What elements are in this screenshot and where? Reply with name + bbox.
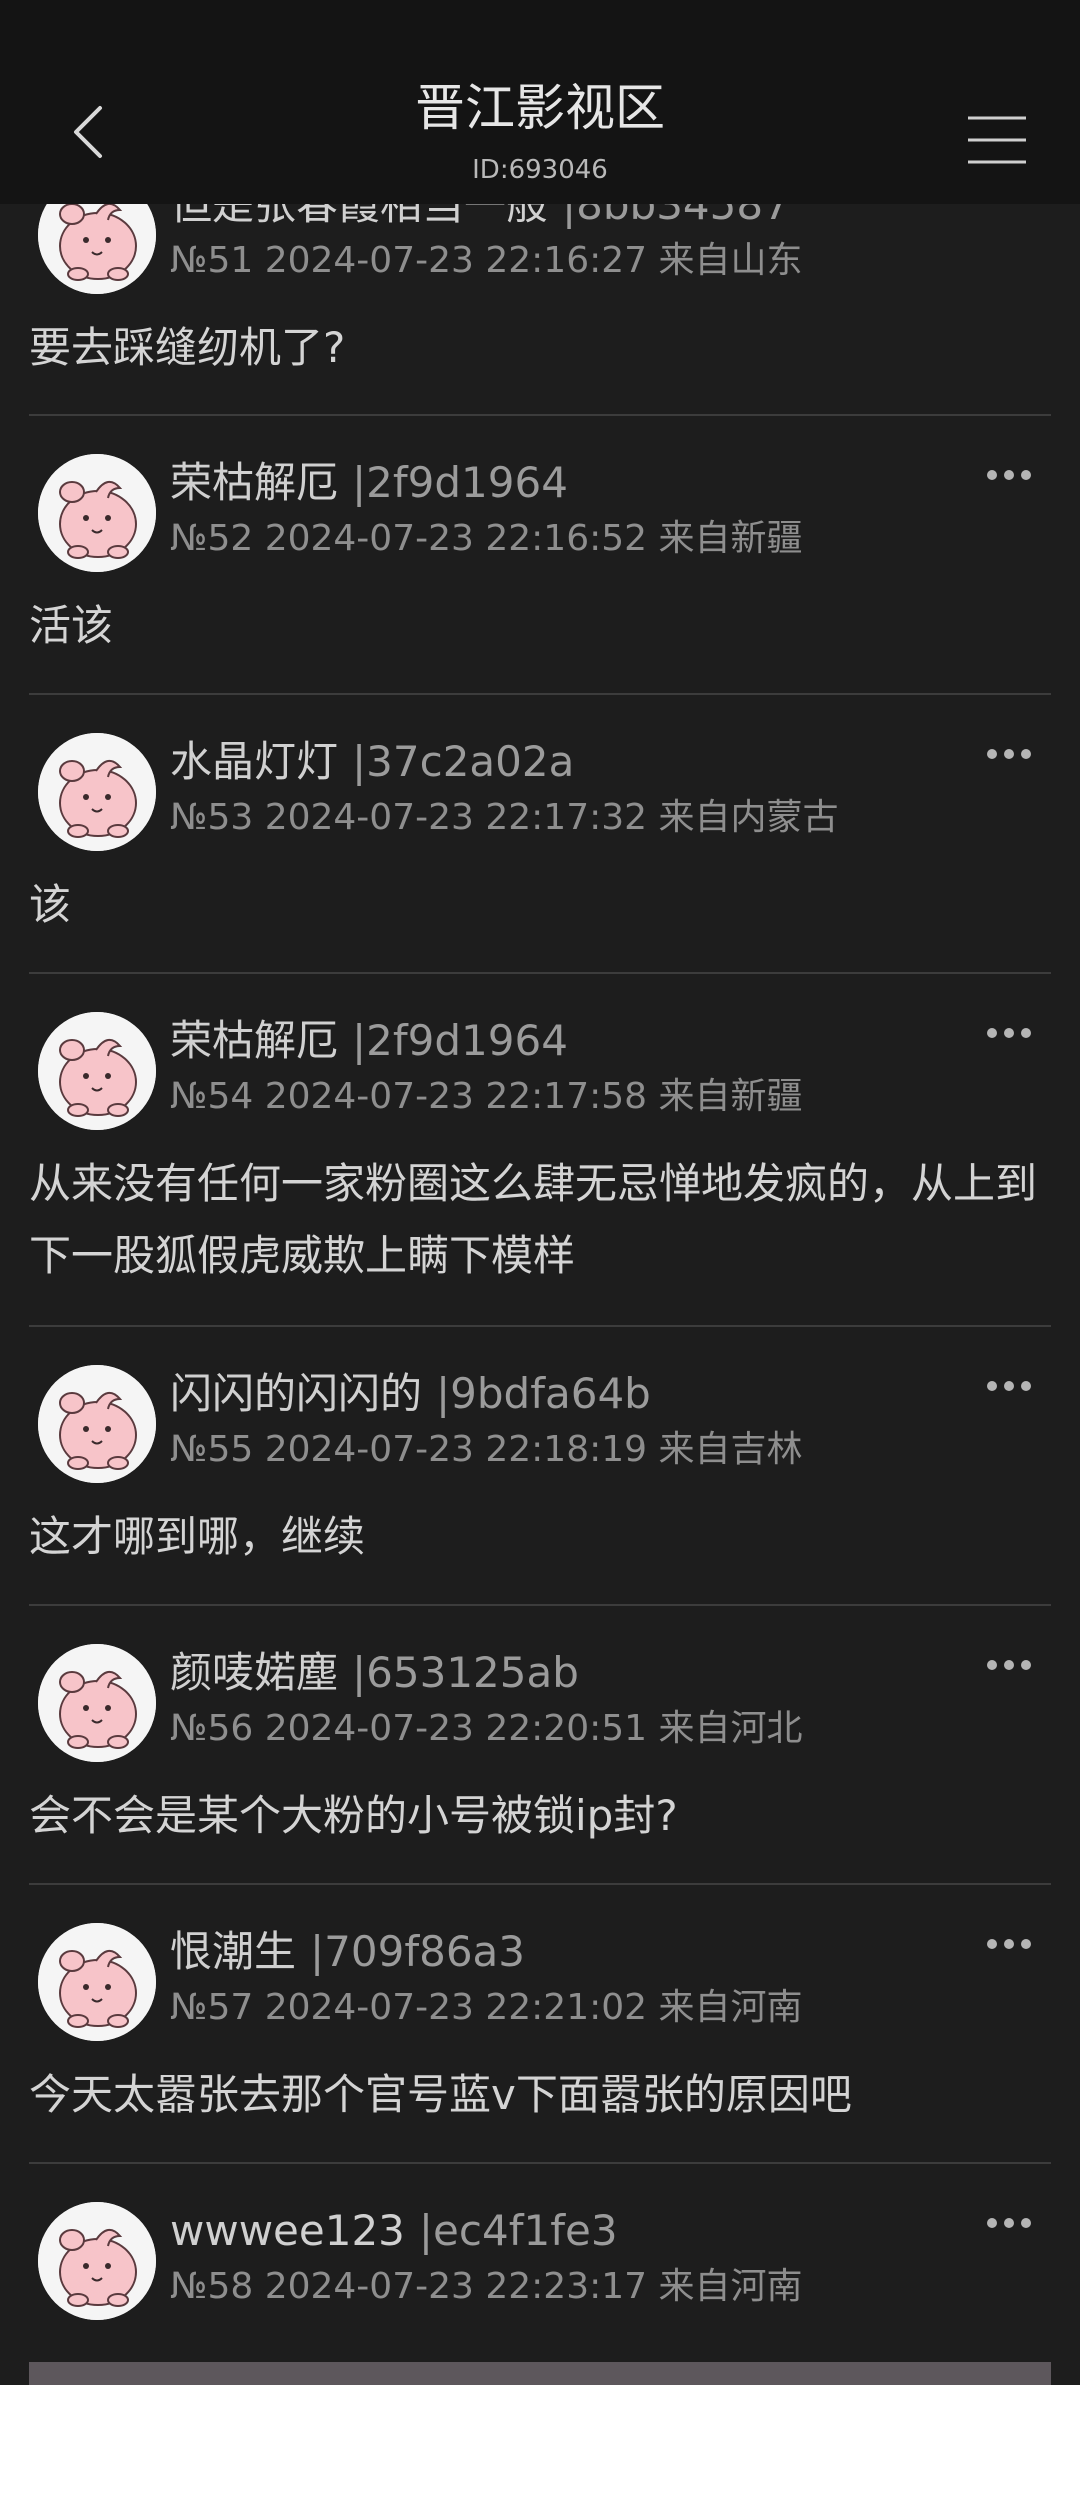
post-meta: №58 2024-07-23 22:23:17 来自河南 xyxy=(170,2266,803,2307)
post-meta: №55 2024-07-23 22:18:19 来自吉林 xyxy=(170,1429,803,1470)
page-title: 晋江影视区 xyxy=(415,79,665,137)
more-options-icon[interactable] xyxy=(984,1929,1034,1959)
post-divider xyxy=(29,972,1051,974)
post-meta: №53 2024-07-23 22:17:32 来自内蒙古 xyxy=(170,797,839,838)
post-content: 会不会是某个大粉的小号被锁ip封? xyxy=(29,1791,678,1840)
user-avatar[interactable] xyxy=(38,1012,156,1130)
post-user-id: |653125ab xyxy=(352,1648,579,1697)
menu-icon[interactable] xyxy=(962,110,1032,170)
user-avatar[interactable] xyxy=(38,2202,156,2320)
post-content: 今天太嚣张去那个官号蓝v下面嚣张的原因吧 xyxy=(29,2070,852,2119)
post-divider xyxy=(29,2162,1051,2164)
post-user-id: |2f9d1964 xyxy=(352,458,568,507)
post-divider xyxy=(29,1325,1051,1327)
post-content: 从来没有任何一家粉圈这么肆无忌惮地发疯的，从上到下一股狐假虎威欺上瞒下模样 xyxy=(29,1159,1038,1280)
post-content: 活该 xyxy=(29,601,114,650)
thread-screen: 但是张春霞相当一般 |8bb34587 №51 2024-07-23 22:16:… xyxy=(0,0,1080,2385)
post-user-id: |ec4f1fe3 xyxy=(418,2206,618,2255)
post-content: 该 xyxy=(29,880,72,929)
post-user-id: |9bdfa64b xyxy=(436,1369,651,1418)
user-avatar[interactable] xyxy=(38,1365,156,1483)
post-divider xyxy=(29,1883,1051,1885)
post-username[interactable]: 荣枯解厄 xyxy=(170,1016,338,1065)
post-meta: №52 2024-07-23 22:16:52 来自新疆 xyxy=(170,518,803,559)
post-username[interactable]: 水晶灯灯 xyxy=(170,737,338,786)
more-options-icon[interactable] xyxy=(984,1018,1034,1048)
post-username[interactable]: wwwee123 xyxy=(170,2206,405,2255)
post-username[interactable]: 闪闪的闪闪的 xyxy=(170,1369,422,1418)
user-avatar[interactable] xyxy=(38,454,156,572)
more-options-icon[interactable] xyxy=(984,739,1034,769)
more-options-icon[interactable] xyxy=(984,1371,1034,1401)
top-bar: 晋江影视区 ID:693046 xyxy=(0,0,1080,204)
post-username[interactable]: 荣枯解厄 xyxy=(170,458,338,507)
post-content: 要去踩缝纫机了? xyxy=(29,323,346,372)
post-divider xyxy=(29,1604,1051,1606)
post-user-id: |37c2a02a xyxy=(352,737,575,786)
user-avatar[interactable] xyxy=(38,733,156,851)
post-meta: №54 2024-07-23 22:17:58 来自新疆 xyxy=(170,1076,803,1117)
post-username[interactable]: 颜唛婼塵 xyxy=(170,1648,338,1697)
post-meta: №56 2024-07-23 22:20:51 来自河北 xyxy=(170,1708,803,1749)
post-user-id: |2f9d1964 xyxy=(352,1016,568,1065)
post-meta: №57 2024-07-23 22:21:02 来自河南 xyxy=(170,1987,803,2028)
post-divider xyxy=(29,414,1051,416)
post-user-id: |709f86a3 xyxy=(310,1927,526,1976)
user-avatar[interactable] xyxy=(38,1923,156,2041)
post-username[interactable]: 恨潮生 xyxy=(170,1927,296,1976)
more-options-icon[interactable] xyxy=(984,2208,1034,2238)
more-options-icon[interactable] xyxy=(984,1650,1034,1680)
user-avatar[interactable] xyxy=(38,1644,156,1762)
post-meta: №51 2024-07-23 22:16:27 来自山东 xyxy=(170,240,803,281)
more-options-icon[interactable] xyxy=(984,460,1034,490)
post-content: 这才哪到哪，继续 xyxy=(29,1512,366,1561)
board-id: ID:693046 xyxy=(472,155,608,185)
reply-bar[interactable] xyxy=(29,2362,1051,2385)
post-divider xyxy=(29,693,1051,695)
